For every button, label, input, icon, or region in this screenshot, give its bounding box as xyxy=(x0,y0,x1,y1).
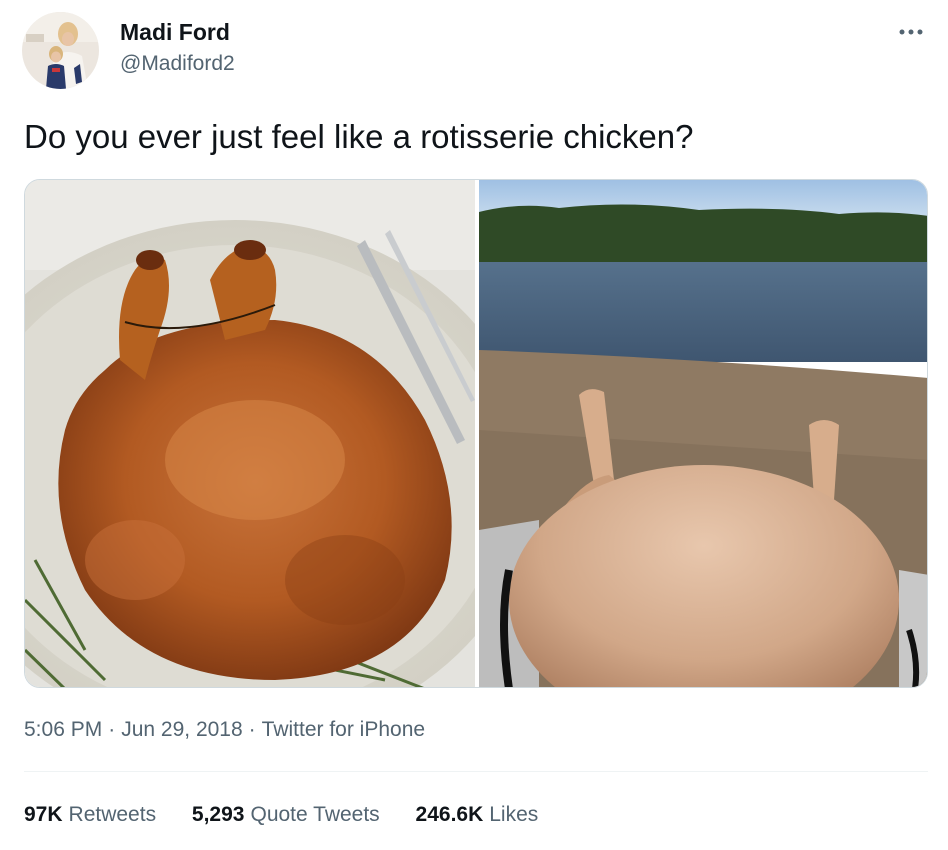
quote-tweets-label: Quote Tweets xyxy=(250,803,380,826)
likes-count: 246.6K xyxy=(415,803,484,826)
more-horizontal-icon xyxy=(899,29,923,35)
tweet-card: Madi Ford @Madiford2 Do you ever just fe… xyxy=(0,0,948,850)
media-grid xyxy=(24,179,928,688)
author-handle[interactable]: @Madiford2 xyxy=(120,50,235,78)
retweets-stat[interactable]: 97K Retweets xyxy=(24,801,156,829)
likes-stat[interactable]: 246.6K Likes xyxy=(416,801,539,829)
media-photo-2[interactable] xyxy=(479,180,927,687)
tweet-stats: 97K Retweets 5,293 Quote Tweets 246.6K Like… xyxy=(24,801,568,829)
retweets-count: 97K xyxy=(24,803,63,826)
quote-tweets-count: 5,293 xyxy=(191,803,245,826)
retweets-label: Retweets xyxy=(68,803,157,826)
avatar[interactable] xyxy=(22,12,99,89)
beach-belly-photo-icon xyxy=(479,180,927,687)
media-photo-1[interactable] xyxy=(25,180,535,687)
tweet-meta: 5:06 PM · Jun 29, 2018 · Twitter for iPhone xyxy=(24,716,425,744)
roast-chicken-photo-icon xyxy=(25,180,535,687)
quote-tweets-stat[interactable]: 5,293 Quote Tweets xyxy=(192,801,380,829)
author-info: Madi Ford @Madiford2 xyxy=(120,18,235,78)
avatar-photo-icon xyxy=(22,12,99,89)
likes-label: Likes xyxy=(489,803,539,826)
author-display-name[interactable]: Madi Ford xyxy=(120,18,235,46)
tweet-text: Do you ever just feel like a rotisserie … xyxy=(24,118,694,155)
meta-separator: · xyxy=(248,718,256,741)
tweet-date[interactable]: Jun 29, 2018 xyxy=(121,718,242,741)
meta-separator: · xyxy=(108,718,116,741)
divider xyxy=(24,771,928,772)
more-options-button[interactable] xyxy=(896,22,926,42)
tweet-time[interactable]: 5:06 PM xyxy=(24,718,102,741)
tweet-source[interactable]: Twitter for iPhone xyxy=(262,718,425,741)
